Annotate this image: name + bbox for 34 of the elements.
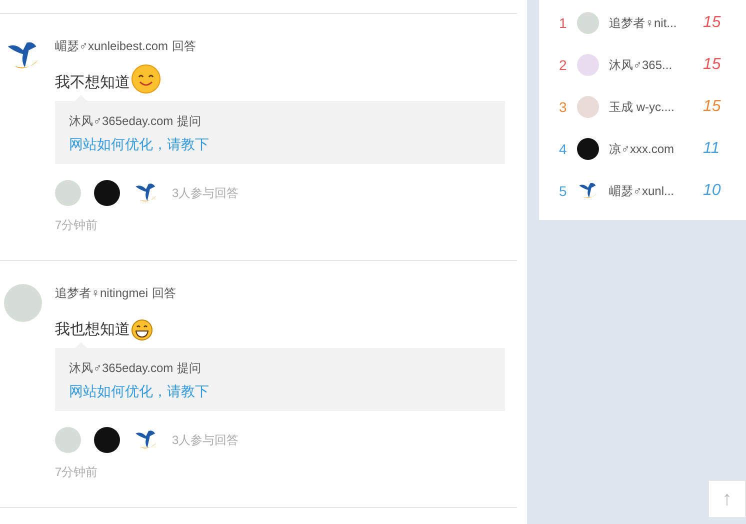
author-name[interactable]: 追梦者♀nitingmei [55,285,148,301]
question-label: 提问 [177,113,202,129]
asker-name[interactable]: 沐风♂365eday.com [69,113,174,129]
answer-text: 我不想知道 [55,73,130,93]
user-name[interactable]: 嵋瑟♂xunl... [609,182,703,200]
answer-label: 回答 [152,285,176,301]
author-name[interactable]: 嵋瑟♂xunleibest.com [55,38,168,54]
rank-number: 3 [559,98,568,116]
rank-number: 2 [559,56,568,74]
rank-number: 5 [559,182,568,200]
answer-score: 15 [703,13,721,33]
answer-time: 7分钟前 [55,465,98,479]
user-name[interactable]: 凉♂xxx.com [609,140,703,158]
participant-count: 3人参与回答 [172,432,239,449]
asker-name[interactable]: 沐风♂365eday.com [69,360,174,376]
user-name[interactable]: 沐风♂365... [609,56,703,74]
answer-score: 15 [703,97,721,117]
answer-score: 11 [703,139,720,159]
avatar-placeholder[interactable] [577,138,599,160]
answer-label: 回答 [172,38,196,54]
answer-score: 10 [703,181,721,201]
user-name[interactable]: 追梦者♀nit... [609,14,703,32]
smiley-emoji-icon [131,64,161,94]
rank-number: 1 [559,14,568,32]
question-label: 提问 [177,360,202,376]
answer-text: 我也想知道 [55,320,130,340]
avatar-placeholder[interactable] [94,180,120,206]
participant-count: 3人参与回答 [172,185,239,202]
answer-score: 15 [703,55,721,75]
rank-number: 4 [559,140,568,158]
answer-time: 7分钟前 [55,218,98,232]
user-name[interactable]: 玉成 w-yc.... [609,98,703,116]
avatar-placeholder[interactable] [94,427,120,453]
grin-emoji-icon [131,319,153,341]
